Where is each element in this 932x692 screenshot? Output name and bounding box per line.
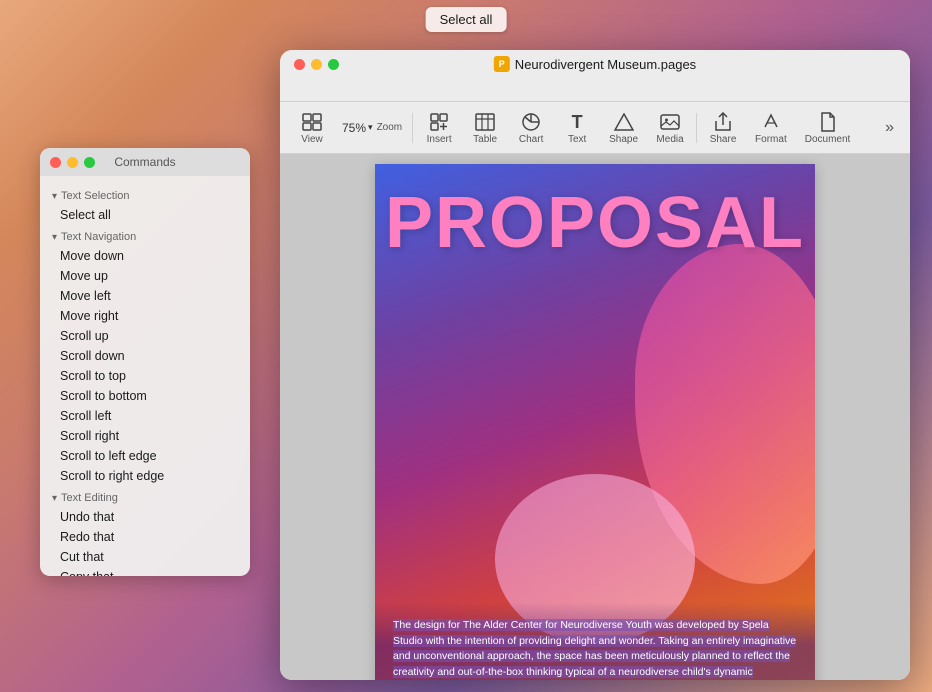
pages-close-button[interactable] [294, 59, 305, 70]
command-scroll-to-right-edge[interactable]: Scroll to right edge [44, 466, 246, 486]
zoom-chevron-icon: ▾ [368, 122, 373, 133]
command-move-right[interactable]: Move right [44, 306, 246, 326]
text-icon: T [572, 111, 583, 133]
document-label: Document [805, 134, 851, 145]
command-scroll-to-left-edge[interactable]: Scroll to left edge [44, 446, 246, 466]
minimize-button[interactable] [67, 157, 78, 168]
maximize-button[interactable] [84, 157, 95, 168]
command-move-up[interactable]: Move up [44, 266, 246, 286]
pages-titlebar: P Neurodivergent Museum.pages [280, 50, 910, 102]
commands-body: Text Selection Select all Text Navigatio… [40, 176, 250, 576]
format-icon [761, 111, 781, 133]
share-label: Share [710, 134, 737, 145]
page-proposal-title: PROPOSAL [375, 182, 815, 264]
document-icon [820, 111, 836, 133]
toolbar-insert[interactable]: Insert [417, 107, 461, 149]
page-canvas: PROPOSAL The design for The Alder Center… [375, 164, 815, 680]
pages-document-area: PROPOSAL The design for The Alder Center… [280, 154, 910, 680]
table-icon [475, 111, 495, 133]
command-move-down[interactable]: Move down [44, 246, 246, 266]
media-icon [660, 111, 680, 133]
toolbar-table[interactable]: Table [463, 107, 507, 149]
insert-icon [429, 111, 449, 133]
toolbar-view[interactable]: View [290, 107, 334, 149]
toolbar-shape[interactable]: Shape [601, 107, 646, 149]
commands-title: Commands [114, 155, 175, 169]
command-copy-that[interactable]: Copy that [44, 567, 246, 576]
command-scroll-right[interactable]: Scroll right [44, 426, 246, 446]
view-label: View [301, 134, 323, 145]
command-undo-that[interactable]: Undo that [44, 507, 246, 527]
group-header-text-selection[interactable]: Text Selection [40, 184, 250, 205]
toolbar-document[interactable]: Document [797, 107, 859, 149]
pages-window: P Neurodivergent Museum.pages View 75% ▾… [280, 50, 910, 680]
shape-label: Shape [609, 134, 638, 145]
pages-toolbar: View 75% ▾ Zoom Insert [280, 102, 910, 154]
pages-document-title: Neurodivergent Museum.pages [515, 57, 696, 72]
toolbar-share[interactable]: Share [701, 107, 745, 149]
command-scroll-to-bottom[interactable]: Scroll to bottom [44, 386, 246, 406]
toolbar-text[interactable]: T Text [555, 107, 599, 149]
page-body-text-area: The design for The Alder Center for Neur… [375, 602, 815, 680]
pages-app-icon: P [494, 56, 510, 72]
command-scroll-up[interactable]: Scroll up [44, 326, 246, 346]
command-scroll-down[interactable]: Scroll down [44, 346, 246, 366]
zoom-value: 75% [342, 121, 366, 135]
highlighted-text: The design for The Alder Center for Neur… [393, 619, 796, 680]
toolbar-format[interactable]: Format [747, 107, 795, 149]
commands-titlebar: Commands [40, 148, 250, 176]
toolbar-more-button[interactable]: » [879, 115, 900, 141]
insert-label: Insert [427, 134, 452, 145]
format-label: Format [755, 134, 787, 145]
commands-panel: Commands Text Selection Select all Text … [40, 148, 250, 576]
toolbar-media[interactable]: Media [648, 107, 692, 149]
zoom-label: Zoom [377, 122, 403, 133]
media-label: Media [656, 134, 683, 145]
group-header-text-editing[interactable]: Text Editing [40, 486, 250, 507]
pages-minimize-button[interactable] [311, 59, 322, 70]
table-label: Table [473, 134, 497, 145]
chart-label: Chart [519, 134, 543, 145]
pages-window-title: P Neurodivergent Museum.pages [494, 56, 696, 72]
pages-traffic-lights [294, 59, 339, 70]
shape-icon [614, 111, 634, 133]
pages-maximize-button[interactable] [328, 59, 339, 70]
command-redo-that[interactable]: Redo that [44, 527, 246, 547]
close-button[interactable] [50, 157, 61, 168]
view-icon [302, 111, 322, 133]
command-move-left[interactable]: Move left [44, 286, 246, 306]
command-scroll-left[interactable]: Scroll left [44, 406, 246, 426]
chart-icon [521, 111, 541, 133]
pages-titlebar-top: P Neurodivergent Museum.pages [280, 50, 910, 78]
command-select-all[interactable]: Select all [44, 205, 246, 225]
text-label: Text [568, 134, 586, 145]
select-all-button[interactable]: Select all [426, 7, 507, 32]
share-icon [714, 111, 732, 133]
command-scroll-to-top[interactable]: Scroll to top [44, 366, 246, 386]
command-cut-that[interactable]: Cut that [44, 547, 246, 567]
toolbar-divider-1 [412, 113, 413, 143]
group-header-text-navigation[interactable]: Text Navigation [40, 225, 250, 246]
toolbar-zoom[interactable]: 75% ▾ Zoom [336, 117, 408, 139]
toolbar-chart[interactable]: Chart [509, 107, 553, 149]
toolbar-divider-2 [696, 113, 697, 143]
